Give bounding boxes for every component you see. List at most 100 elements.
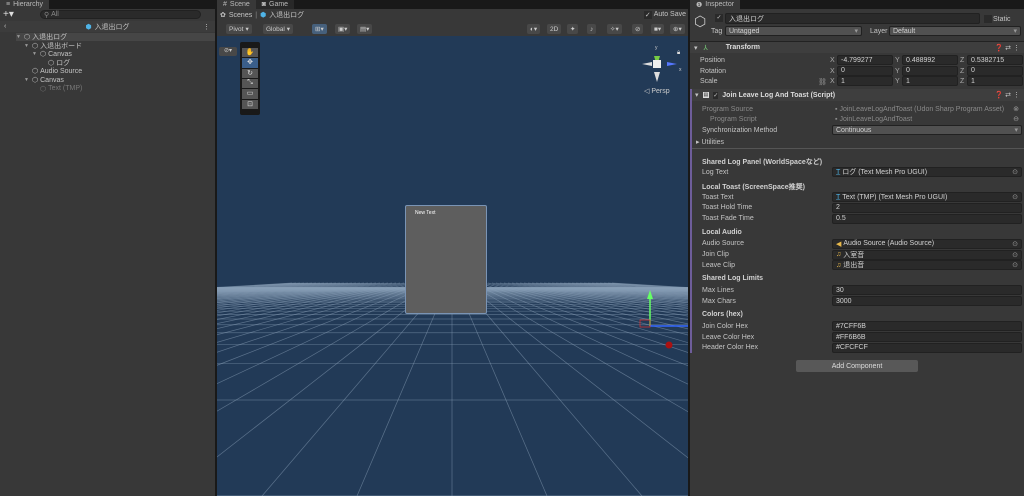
audio-button[interactable]: ♪ xyxy=(587,24,597,34)
rotate-tool-icon[interactable]: ↻ xyxy=(242,68,258,78)
program-source-field[interactable]: ▪ JoinLeaveLogAndToast (Udon Sharp Progr… xyxy=(832,104,1022,114)
foldout-arrow-icon[interactable]: ▼ xyxy=(24,43,30,49)
lighting-button[interactable]: ✦ xyxy=(567,24,579,34)
foldout-arrow-icon[interactable]: ▼ xyxy=(16,34,22,40)
hierarchy-item[interactable]: ⬡ Audio Source xyxy=(24,67,82,76)
field-value[interactable]: #7CFF6B xyxy=(832,321,1022,332)
transform-tool-icon[interactable]: ⊡ xyxy=(242,99,258,109)
tab-hierarchy[interactable]: ≡ Hierarchy xyxy=(0,0,50,9)
scale-tool-icon[interactable]: ⤡ xyxy=(242,78,258,89)
transform-x-input[interactable]: -4.799277 xyxy=(837,55,893,65)
lock-icon[interactable]: 🔒︎ xyxy=(677,50,680,57)
transform-header[interactable]: ▾ ⅄ Transform ❓ ⇄ ⋮ xyxy=(690,41,1024,53)
hierarchy-item[interactable]: ⬡ ログ xyxy=(40,59,70,67)
program-script-field[interactable]: ▪ JoinLeaveLogAndToast ⊖ xyxy=(832,114,1022,124)
field-value[interactable]: #CFCFCF xyxy=(832,342,1022,353)
field-value[interactable]: ◀ Audio Source (Audio Source) ⊙ xyxy=(832,238,1022,249)
tab-scene[interactable]: # Scene xyxy=(217,0,256,9)
global-dropdown[interactable]: Global ▾ xyxy=(263,24,294,34)
component-menu-icons[interactable]: ❓ ⇄ ⋮ xyxy=(995,44,1020,52)
object-name-input[interactable]: 入退出ログ xyxy=(725,13,980,24)
section-header: Colors (hex) xyxy=(702,311,743,319)
hand-tool-icon[interactable]: ✋ xyxy=(242,48,258,58)
field-value[interactable]: 0.5 xyxy=(832,213,1022,224)
audio-clip-icon: ♫ xyxy=(836,251,842,258)
add-icon[interactable]: +▾ xyxy=(3,9,14,20)
utilities-foldout[interactable]: ▸ Utilities xyxy=(696,138,724,146)
grid-snap-button[interactable]: ⊞▾ xyxy=(312,24,327,34)
shading-mode-button[interactable]: ◐▾ xyxy=(527,24,541,34)
effects-button[interactable]: ✧▾ xyxy=(607,24,622,34)
add-component-button[interactable]: Add Component xyxy=(796,360,918,372)
field-value[interactable]: T̲ Text (TMP) (Text Mesh Pro UGUI) ⊙ xyxy=(832,192,1022,203)
pivot-dropdown[interactable]: Pivot ▾ xyxy=(226,24,252,34)
tab-game[interactable]: ◙ Game xyxy=(255,0,295,9)
hierarchy-search-input[interactable]: ⚲ All xyxy=(40,10,201,19)
transform-x-input[interactable]: 0 xyxy=(837,65,893,76)
hierarchy-item[interactable]: ▼ ⬡ Canvas xyxy=(24,76,64,85)
orientation-gizmo-center[interactable] xyxy=(653,60,661,68)
static-label: Static xyxy=(993,16,1011,23)
mode-2d-button[interactable]: 2D xyxy=(547,24,562,34)
object-picker-icon[interactable]: ⊙ xyxy=(1012,261,1018,269)
transform-y-input[interactable]: 0.488992 xyxy=(902,55,958,65)
rect-tool-icon[interactable]: ▭ xyxy=(242,89,258,99)
field-label: Join Color Hex xyxy=(702,322,748,330)
transform-z-input[interactable]: 0 xyxy=(967,65,1023,76)
breadcrumb-scenes[interactable]: Scenes xyxy=(229,12,252,19)
layer-label: Layer xyxy=(870,28,888,35)
link-icon[interactable]: ⛓ xyxy=(818,78,827,86)
static-checkbox[interactable] xyxy=(984,15,992,23)
foldout-arrow-icon[interactable]: ▼ xyxy=(24,77,30,83)
hidden-objects-button[interactable]: ⊘ xyxy=(632,24,644,34)
transform-y-input[interactable]: 0 xyxy=(902,65,958,76)
transform-y-input[interactable]: 1 xyxy=(902,76,958,86)
transform-z-input[interactable]: 0.5382715 xyxy=(967,55,1023,65)
field-label: Join Clip xyxy=(702,251,729,258)
auto-save-toggle[interactable]: ✓ Auto Save xyxy=(643,11,686,19)
active-checkbox[interactable]: ✓ xyxy=(715,14,723,22)
object-picker-icon[interactable]: ⊙ xyxy=(1012,240,1018,248)
more-icon[interactable]: ⋮ xyxy=(203,23,210,31)
transform-z-input[interactable]: 1 xyxy=(967,76,1023,86)
field-value[interactable]: 2 xyxy=(832,202,1022,213)
transform-x-input[interactable]: 1 xyxy=(837,76,893,86)
persp-label[interactable]: ◁ Persp xyxy=(644,87,670,95)
view-tool-dropdown[interactable]: ⊘▾ xyxy=(219,47,237,56)
back-icon[interactable]: ‹ xyxy=(4,23,6,30)
field-label: Toast Hold Time xyxy=(702,204,753,212)
field-label: Leave Color Hex xyxy=(702,333,755,341)
gameobject-icon: ⬡ xyxy=(32,42,39,50)
field-value[interactable]: T̲ ログ (Text Mesh Pro UGUI) ⊙ xyxy=(832,167,1022,177)
sync-method-dropdown[interactable]: Continuous ▾ xyxy=(832,125,1022,135)
grid-visibility-button[interactable]: ▤▾ xyxy=(357,24,373,34)
move-gizmo-x[interactable] xyxy=(665,341,673,349)
field-value[interactable]: 30 xyxy=(832,285,1022,296)
tab-inspector[interactable]: ❶ Inspector xyxy=(690,0,741,9)
object-picker-icon[interactable]: ⊙ xyxy=(1012,193,1018,201)
tag-dropdown[interactable]: Untagged ▾ xyxy=(725,26,862,36)
foldout-arrow-icon[interactable]: ▼ xyxy=(32,51,38,57)
hierarchy-item[interactable]: ▼ ⬡ 入退出ボード xyxy=(24,42,82,50)
gizmos-button[interactable]: ⊕▾ xyxy=(670,24,685,34)
enabled-checkbox[interactable]: ✓ xyxy=(713,91,719,99)
field-value[interactable]: #FF6B6B xyxy=(832,332,1022,342)
tag-label: Tag xyxy=(711,28,723,35)
component-menu-icons[interactable]: ❓ ⇄ ⋮ xyxy=(995,91,1020,99)
layer-dropdown[interactable]: Default ▾ xyxy=(889,26,1021,36)
move-tool-icon[interactable]: ✥ xyxy=(242,58,258,68)
canvas-panel[interactable]: New Text xyxy=(405,205,487,314)
gameobject-icon: ⬡ xyxy=(40,85,47,93)
field-value[interactable]: 3000 xyxy=(832,296,1022,307)
object-picker-icon[interactable]: ⊙ xyxy=(1012,251,1018,259)
object-picker-icon[interactable]: ⊙ xyxy=(1012,168,1018,176)
hierarchy-item[interactable]: ⬡ Text (TMP) xyxy=(32,85,82,93)
scene-viewport[interactable]: New Text ✋ ✥ ↻ ⤡ ▭ ⊡ ⊘▾ 🔒︎ y x ◁ Persp xyxy=(217,36,688,496)
snap-increment-button[interactable]: ▣▾ xyxy=(335,24,351,34)
hierarchy-item-label: Text (TMP) xyxy=(48,85,83,93)
script-header[interactable]: ▾ ▤ ✓ Join Leave Log And Toast (Script) ❓ … xyxy=(692,89,1024,101)
field-value[interactable]: ♫ 入室音 ⊙ xyxy=(832,249,1022,260)
breadcrumb-prefab[interactable]: 入退出ログ xyxy=(269,10,304,20)
field-value[interactable]: ♫ 退出音 ⊙ xyxy=(832,260,1022,271)
camera-button[interactable]: ■▾ xyxy=(651,24,665,34)
